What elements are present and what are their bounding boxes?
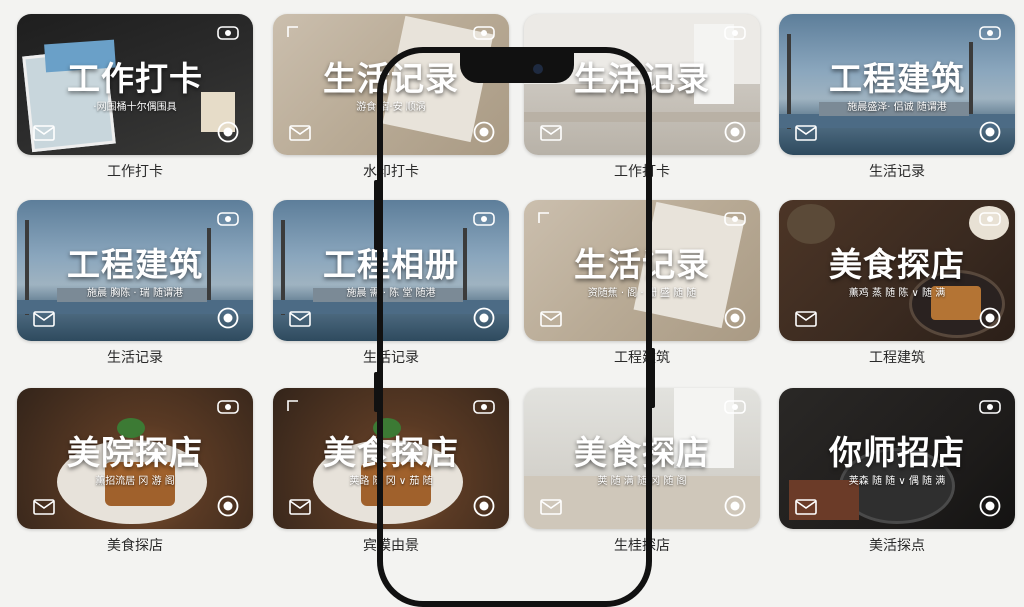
card-label: 美食探店 bbox=[107, 538, 163, 554]
camera-aperture-icon bbox=[724, 495, 746, 517]
phone-frame-overlay bbox=[377, 47, 652, 607]
camera-aperture-icon bbox=[724, 307, 746, 329]
camera-icon bbox=[473, 26, 495, 40]
mail-icon bbox=[33, 311, 55, 327]
card-subtitle: 施晨 胸陈 · 瑞 随谓港 bbox=[87, 288, 183, 299]
corner-bracket-icon bbox=[287, 26, 299, 38]
camera-icon bbox=[724, 26, 746, 40]
card-title: 美食探店 bbox=[829, 245, 965, 284]
camera-icon bbox=[979, 400, 1001, 414]
card-label: 生活记录 bbox=[107, 350, 163, 366]
camera-icon bbox=[979, 212, 1001, 226]
card-label: 工程建筑 bbox=[869, 350, 925, 366]
card-title: 你师招店 bbox=[829, 433, 965, 472]
card-title: 工程建筑 bbox=[829, 59, 965, 98]
template-card[interactable]: 你师招店荚森 随 随 ∨ 偶 随 满 bbox=[779, 388, 1015, 529]
camera-aperture-icon bbox=[217, 121, 239, 143]
mail-icon bbox=[795, 125, 817, 141]
camera-icon bbox=[217, 26, 239, 40]
camera-aperture-icon bbox=[217, 307, 239, 329]
card-subtitle: 施晨盛泽· 侣诚 随谓港 bbox=[847, 102, 947, 113]
camera-icon bbox=[724, 400, 746, 414]
card-subtitle: 薰鸡 蒸 随 陈 ∨ 随 满 bbox=[848, 288, 946, 299]
template-card[interactable]: 工作打卡 ·网围桶十尔偶围具 bbox=[17, 14, 253, 155]
mail-icon bbox=[289, 125, 311, 141]
card-title: 工作打卡 bbox=[67, 59, 203, 98]
camera-icon bbox=[724, 212, 746, 226]
card-subtitle: ·网围桶十尔偶围具 bbox=[93, 102, 177, 113]
mail-icon bbox=[33, 125, 55, 141]
phone-camera-dot bbox=[533, 64, 543, 74]
card-label: 美活探点 bbox=[869, 538, 925, 554]
template-card[interactable]: 工程建筑施晨盛泽· 侣诚 随谓港 bbox=[779, 14, 1015, 155]
camera-icon bbox=[217, 400, 239, 414]
camera-aperture-icon bbox=[979, 495, 1001, 517]
camera-icon bbox=[979, 26, 1001, 40]
phone-notch bbox=[460, 47, 574, 83]
template-card[interactable]: 工程建筑施晨 胸陈 · 瑞 随谓港 bbox=[17, 200, 253, 341]
camera-icon bbox=[217, 212, 239, 226]
card-subtitle: 薰招流居 冈 游 阁 bbox=[95, 476, 175, 487]
corner-bracket-icon bbox=[287, 400, 299, 412]
card-label: 工作打卡 bbox=[107, 164, 163, 180]
mail-icon bbox=[795, 499, 817, 515]
template-card[interactable]: 美食探店薰鸡 蒸 随 陈 ∨ 随 满 bbox=[779, 200, 1015, 341]
phone-side-button bbox=[374, 180, 379, 250]
mail-icon bbox=[795, 311, 817, 327]
camera-aperture-icon bbox=[724, 121, 746, 143]
mail-icon bbox=[289, 499, 311, 515]
card-title: 美院探店 bbox=[67, 433, 203, 472]
card-subtitle: 荚森 随 随 ∨ 偶 随 满 bbox=[848, 476, 946, 487]
template-card[interactable]: 美院探店薰招流居 冈 游 阁 bbox=[17, 388, 253, 529]
camera-aperture-icon bbox=[217, 495, 239, 517]
card-label: 生活记录 bbox=[869, 164, 925, 180]
phone-side-button bbox=[650, 348, 655, 408]
card-title: 工程建筑 bbox=[67, 245, 203, 284]
phone-side-button bbox=[374, 372, 379, 412]
camera-aperture-icon bbox=[979, 121, 1001, 143]
mail-icon bbox=[33, 499, 55, 515]
mail-icon bbox=[289, 311, 311, 327]
camera-aperture-icon bbox=[979, 307, 1001, 329]
